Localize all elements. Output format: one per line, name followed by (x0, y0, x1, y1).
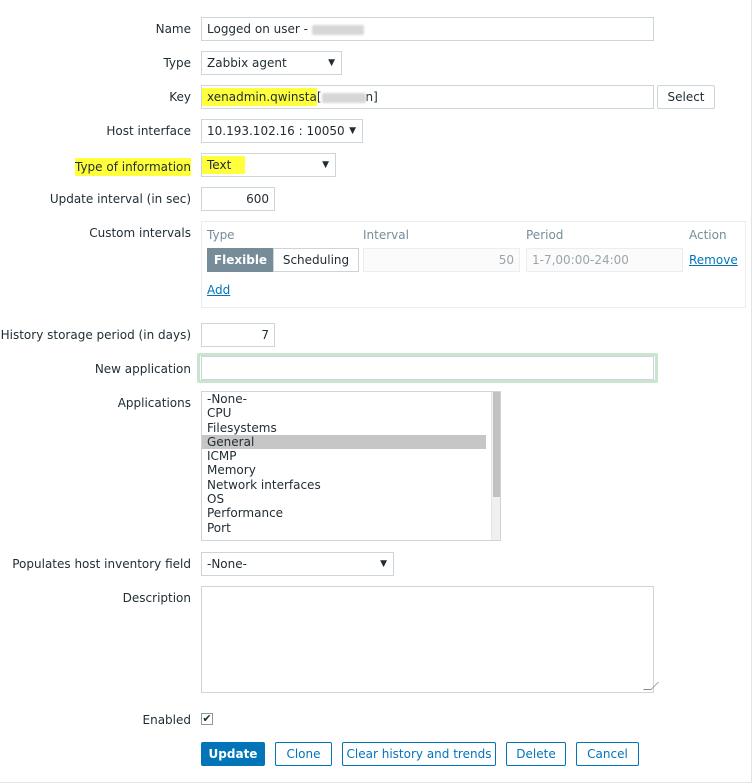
inventory-value: -None- (207, 557, 247, 571)
list-item[interactable]: Performance (202, 506, 500, 520)
type-of-information-select[interactable]: Text ▼ (201, 153, 336, 177)
key-suffix: n] (365, 90, 378, 104)
description-textarea[interactable] (201, 586, 659, 693)
list-item[interactable]: -None- (202, 392, 500, 406)
key-value-highlighted: xenadmin.qwinsta (202, 88, 317, 106)
type-label: Type (163, 56, 191, 70)
list-item[interactable]: Port (202, 521, 500, 535)
applications-scrollbar[interactable] (491, 392, 500, 540)
custom-intervals-label: Custom intervals (89, 226, 191, 240)
key-select-button[interactable]: Select (657, 85, 715, 109)
list-item[interactable]: OS (202, 492, 500, 506)
update-button[interactable]: Update (201, 742, 265, 766)
key-input[interactable]: xenadmin.qwinsta[ n] (201, 85, 654, 109)
chevron-down-icon: ▼ (380, 559, 387, 569)
update-interval-input[interactable]: 600 (201, 187, 275, 211)
applications-listbox[interactable]: -None- CPU Filesystems General ICMP Memo… (201, 391, 501, 541)
key-label: Key (169, 90, 191, 104)
clone-button[interactable]: Clone (275, 742, 332, 766)
inventory-label: Populates host inventory field (12, 557, 191, 571)
ci-header-period: Period (526, 228, 564, 242)
host-interface-value: 10.193.102.16 : 10050 (207, 124, 345, 138)
ci-header-action: Action (689, 228, 727, 242)
new-application-input[interactable] (201, 356, 654, 380)
ci-scheduling-toggle[interactable]: Scheduling (273, 248, 359, 272)
list-item[interactable]: Network interfaces (202, 478, 500, 492)
name-label: Name (155, 22, 191, 36)
new-application-label: New application (94, 362, 191, 376)
history-label: History storage period (in days) (0, 328, 191, 342)
host-interface-label: Host interface (106, 124, 191, 138)
ci-add-link[interactable]: Add (207, 283, 230, 297)
applications-scroll-thumb[interactable] (493, 392, 500, 497)
ci-remove-link[interactable]: Remove (689, 253, 738, 267)
ci-header-type: Type (207, 228, 235, 242)
list-item[interactable]: CPU (202, 406, 500, 420)
clear-history-button[interactable]: Clear history and trends (342, 742, 496, 766)
type-of-information-value: Text (202, 156, 246, 174)
description-label: Description (122, 591, 191, 605)
list-item[interactable]: Memory (202, 463, 500, 477)
cancel-button[interactable]: Cancel (576, 742, 639, 766)
ci-interval-input[interactable]: 50 (363, 248, 520, 272)
type-value: Zabbix agent (207, 56, 287, 70)
chevron-down-icon: ▼ (322, 160, 329, 170)
list-item[interactable]: Filesystems (202, 421, 500, 435)
list-item[interactable]: ICMP (202, 449, 500, 463)
name-input[interactable]: Logged on user - (201, 17, 654, 41)
ci-period-input[interactable]: 1-7,00:00-24:00 (526, 248, 683, 272)
list-item-selected[interactable]: General (202, 434, 486, 450)
name-value: Logged on user - (207, 22, 308, 36)
applications-label: Applications (117, 396, 191, 410)
enabled-checkbox[interactable]: ✔ (201, 713, 213, 725)
history-input[interactable]: 7 (201, 323, 275, 347)
type-of-information-label: Type of information (74, 158, 191, 176)
chevron-down-icon: ▼ (328, 58, 335, 68)
enabled-label: Enabled (142, 713, 192, 727)
key-redacted (321, 92, 366, 103)
chevron-down-icon: ▼ (349, 126, 356, 136)
update-interval-label: Update interval (in sec) (49, 192, 191, 206)
key-bracket: [ (316, 90, 322, 104)
delete-button[interactable]: Delete (506, 742, 566, 766)
name-redacted (311, 24, 364, 35)
type-select[interactable]: Zabbix agent ▼ (201, 51, 342, 75)
ci-header-interval: Interval (363, 228, 409, 242)
ci-flexible-toggle[interactable]: Flexible (207, 248, 274, 272)
host-interface-select[interactable]: 10.193.102.16 : 10050 ▼ (201, 119, 363, 143)
inventory-select[interactable]: -None- ▼ (201, 552, 394, 576)
